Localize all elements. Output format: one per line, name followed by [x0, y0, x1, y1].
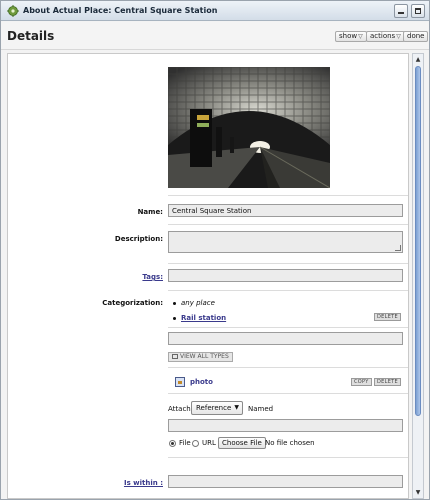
attach-type-value: Reference: [196, 404, 232, 412]
title-bar: About Actual Place: Central Square Stati…: [1, 1, 429, 21]
is-within-link[interactable]: Is within :: [8, 479, 163, 487]
bullet-icon: [173, 302, 176, 305]
done-button[interactable]: done: [403, 31, 429, 42]
dropdown-arrow-icon: ▼: [234, 404, 239, 411]
delete-category-button[interactable]: DELETE: [374, 313, 401, 321]
actions-button-label: actions: [370, 32, 396, 40]
station-photo: [168, 67, 330, 188]
about-window: About Actual Place: Central Square Stati…: [0, 0, 430, 500]
url-radio-label: URL: [202, 439, 216, 447]
scroll-down-icon[interactable]: ▼: [414, 488, 422, 497]
chevron-down-icon: ▽: [396, 33, 401, 40]
description-field[interactable]: [168, 231, 403, 253]
category-rail-station-link[interactable]: Rail station: [181, 314, 226, 322]
tags-link[interactable]: Tags:: [8, 273, 163, 281]
view-all-types-label: VIEW ALL TYPES: [180, 353, 229, 360]
file-radio[interactable]: [169, 440, 176, 447]
attach-label: Attach:: [168, 405, 194, 413]
divider: [168, 195, 408, 196]
attachment-name-field[interactable]: [168, 419, 403, 432]
category-any-place: any place: [181, 299, 215, 307]
categorization-label: Categorization:: [102, 299, 163, 307]
divider: [168, 290, 408, 291]
view-all-types-button[interactable]: VIEW ALL TYPES: [168, 352, 233, 362]
delete-attachment-button[interactable]: DELETE: [374, 378, 401, 386]
actions-button[interactable]: actions▽: [366, 31, 405, 42]
tags-field[interactable]: [168, 269, 403, 282]
file-radio-label: File: [179, 439, 191, 447]
photo-icon: [175, 377, 185, 387]
show-button-label: show: [339, 32, 358, 40]
vertical-scrollbar[interactable]: ▲ ▼: [412, 53, 424, 499]
no-file-chosen-text: No file chosen: [265, 439, 315, 447]
divider: [168, 457, 408, 458]
divider: [168, 327, 408, 328]
url-radio[interactable]: [192, 440, 199, 447]
name-field[interactable]: Central Square Station: [168, 204, 403, 217]
attach-type-select[interactable]: Reference ▼: [191, 401, 243, 415]
minimize-icon[interactable]: [394, 4, 408, 18]
chevron-down-icon: ▽: [358, 33, 363, 40]
divider: [168, 393, 408, 394]
new-category-field[interactable]: [168, 332, 403, 345]
scroll-thumb[interactable]: [415, 66, 421, 416]
details-panel: Name: Central Square Station Description…: [7, 53, 409, 499]
scroll-up-icon[interactable]: ▲: [414, 55, 422, 64]
divider: [168, 263, 408, 264]
page-title: Details: [7, 29, 55, 43]
description-label: Description:: [114, 235, 163, 243]
bullet-icon: [173, 317, 176, 320]
list-icon: [172, 354, 178, 359]
name-label: Name:: [137, 208, 163, 216]
photo-attachment-link[interactable]: photo: [190, 378, 213, 386]
details-header: Details show▽ actions▽ done: [1, 22, 429, 50]
copy-attachment-button[interactable]: COPY: [351, 378, 372, 386]
is-within-field[interactable]: [168, 475, 403, 488]
window-title: About Actual Place: Central Square Stati…: [23, 6, 218, 15]
station-photo-image: [168, 67, 330, 188]
gear-icon: [7, 5, 19, 17]
named-label: Named: [248, 405, 274, 413]
maximize-icon[interactable]: [411, 4, 425, 18]
divider: [168, 224, 408, 225]
choose-file-button[interactable]: Choose File: [218, 437, 266, 449]
resize-grip-icon[interactable]: [395, 245, 401, 251]
divider: [168, 367, 408, 368]
show-button[interactable]: show▽: [335, 31, 367, 42]
